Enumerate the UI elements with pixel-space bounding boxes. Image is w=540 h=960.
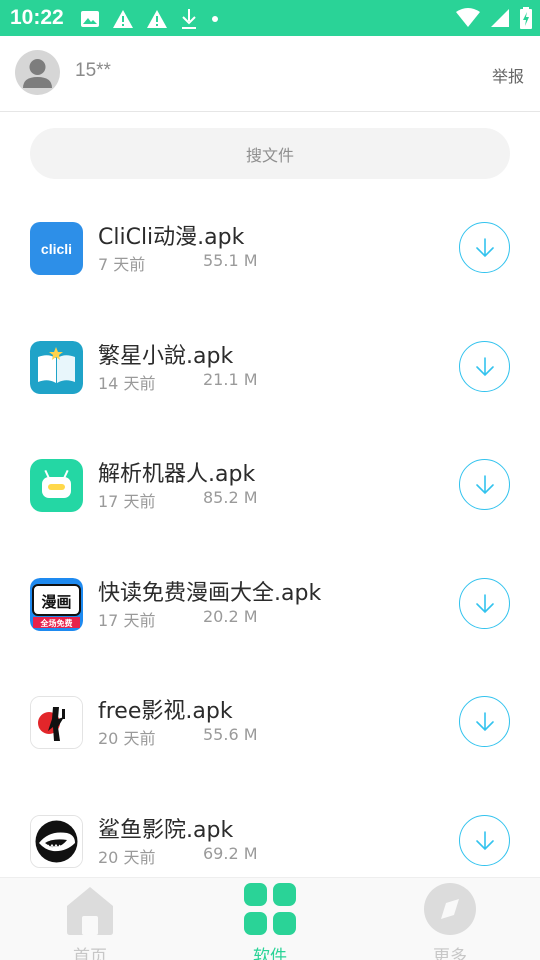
list-item[interactable]: 解析机器人.apk 17 天前 85.2 M bbox=[0, 426, 540, 544]
file-name: CliCli动漫.apk bbox=[98, 225, 245, 250]
file-name: 快读免费漫画大全.apk bbox=[98, 581, 322, 606]
robot-app-icon bbox=[30, 459, 83, 512]
file-name: 繁星小說.apk bbox=[98, 344, 234, 369]
warning-icon bbox=[146, 9, 168, 29]
file-size: 20.2 M bbox=[203, 607, 258, 626]
list-item[interactable]: 鲨鱼影院.apk 20 天前 69.2 M bbox=[0, 782, 540, 877]
status-time: 10:22 bbox=[10, 6, 64, 29]
download-button[interactable] bbox=[459, 578, 510, 629]
download-button[interactable] bbox=[459, 815, 510, 866]
file-size: 21.1 M bbox=[203, 370, 258, 389]
file-date: 20 天前 bbox=[98, 729, 156, 748]
svg-text:全场免费: 全场免费 bbox=[40, 618, 73, 628]
clicli-app-icon: clicli bbox=[30, 222, 83, 275]
book-app-icon bbox=[30, 341, 83, 394]
download-arrow-icon bbox=[475, 356, 494, 376]
report-link[interactable]: 举报 bbox=[492, 63, 524, 87]
file-date: 14 天前 bbox=[98, 374, 156, 393]
list-item[interactable]: clicli CliCli动漫.apk 7 天前 55.1 M bbox=[0, 189, 540, 307]
user-name: 15** bbox=[75, 60, 111, 81]
list-item[interactable]: free影视.apk 20 天前 55.6 M bbox=[0, 663, 540, 781]
file-date: 7 天前 bbox=[98, 255, 146, 274]
download-button[interactable] bbox=[459, 222, 510, 273]
nav-label: 软件 bbox=[253, 947, 287, 960]
download-arrow-icon bbox=[475, 830, 494, 850]
download-button[interactable] bbox=[459, 696, 510, 747]
file-date: 20 天前 bbox=[98, 848, 156, 867]
download-button[interactable] bbox=[459, 459, 510, 510]
search-placeholder: 搜文件 bbox=[245, 145, 294, 165]
user-icon bbox=[23, 59, 52, 88]
home-icon bbox=[67, 887, 113, 935]
svg-text:clicli: clicli bbox=[41, 241, 72, 257]
notification-icons bbox=[80, 8, 220, 30]
system-icons bbox=[456, 7, 532, 29]
file-size: 55.1 M bbox=[203, 251, 258, 270]
nav-item-more[interactable]: 更多 bbox=[360, 878, 540, 960]
compass-icon bbox=[424, 883, 476, 935]
dot-icon bbox=[210, 14, 220, 24]
download-arrow-icon bbox=[475, 593, 494, 613]
download-arrow-icon bbox=[475, 474, 494, 494]
file-size: 55.6 M bbox=[203, 725, 258, 744]
download-button[interactable] bbox=[459, 341, 510, 392]
file-date: 17 天前 bbox=[98, 611, 156, 630]
nav-item-software[interactable]: 软件 bbox=[180, 878, 360, 960]
nav-label: 首页 bbox=[73, 947, 107, 960]
free-video-app-icon bbox=[30, 696, 83, 749]
file-size: 69.2 M bbox=[203, 844, 258, 863]
file-name: free影视.apk bbox=[98, 699, 233, 724]
file-date: 17 天前 bbox=[98, 492, 156, 511]
nav-label: 更多 bbox=[433, 947, 467, 960]
warning-icon bbox=[112, 9, 134, 29]
download-arrow-icon bbox=[475, 711, 494, 731]
file-size: 85.2 M bbox=[203, 488, 258, 507]
avatar[interactable] bbox=[15, 50, 60, 95]
file-name: 鲨鱼影院.apk bbox=[98, 818, 234, 843]
search-input[interactable]: 搜文件 bbox=[30, 128, 510, 179]
svg-text:漫画: 漫画 bbox=[41, 593, 71, 611]
wifi-icon bbox=[456, 8, 480, 28]
download-icon bbox=[180, 8, 198, 30]
grid-icon bbox=[244, 883, 296, 935]
download-arrow-icon bbox=[475, 237, 494, 257]
file-name: 解析机器人.apk bbox=[98, 462, 256, 487]
signal-icon bbox=[490, 8, 510, 28]
user-header: 15** 举报 bbox=[0, 36, 540, 112]
shark-app-icon bbox=[30, 815, 83, 868]
nav-item-home[interactable]: 首页 bbox=[0, 878, 180, 960]
list-item[interactable]: 繁星小說.apk 14 天前 21.1 M bbox=[0, 308, 540, 426]
comic-app-icon: 漫画 全场免费 bbox=[30, 578, 83, 631]
battery-icon bbox=[520, 7, 532, 29]
file-list[interactable]: clicli CliCli动漫.apk 7 天前 55.1 M 繁星小說.apk… bbox=[0, 189, 540, 877]
status-bar: 10:22 bbox=[0, 0, 540, 36]
bottom-nav: 首页 软件 更多 bbox=[0, 877, 540, 960]
list-item[interactable]: 漫画 全场免费 快读免费漫画大全.apk 17 天前 20.2 M bbox=[0, 545, 540, 663]
image-icon bbox=[80, 9, 100, 29]
